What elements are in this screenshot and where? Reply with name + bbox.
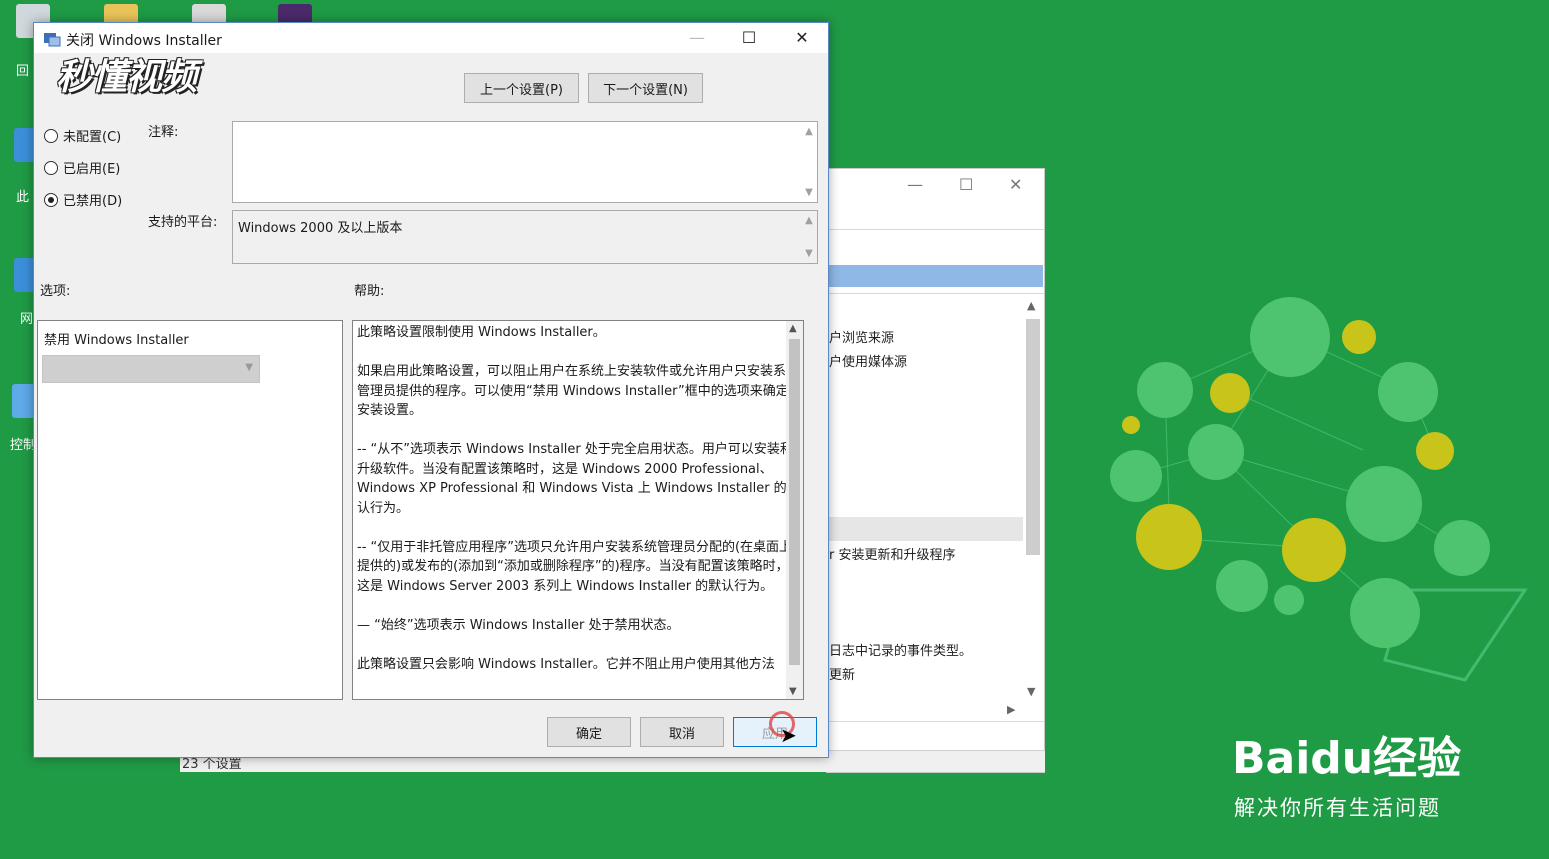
cancel-button[interactable]: 取消 — [640, 717, 724, 747]
decor-circle — [1434, 520, 1490, 576]
radio-circle[interactable] — [44, 160, 58, 175]
chevron-down-icon: ▼ — [245, 362, 253, 373]
bg-list-item[interactable]: 户使用媒体源 — [829, 351, 907, 370]
scroll-up-icon[interactable]: ▲ — [803, 215, 815, 226]
radio-not-configured[interactable]: 未配置(C) — [44, 126, 121, 145]
bg-row-stripe — [827, 517, 1023, 541]
policy-dialog: 关闭 Windows Installer — ☐ ✕ 上一个设置(P) 下一个设… — [33, 22, 829, 758]
decor-circle — [1282, 518, 1346, 582]
radio-enabled[interactable]: 已启用(E) — [44, 158, 120, 177]
maximize-icon[interactable]: ☐ — [726, 23, 772, 53]
status-text: 23 个设置 — [182, 757, 242, 772]
scroll-right-icon[interactable]: ▶ — [1007, 703, 1015, 716]
decor-circle — [1188, 424, 1244, 480]
platform-field: Windows 2000 及以上版本 ▲ ▼ — [232, 210, 818, 264]
decor-circle — [1210, 373, 1250, 413]
baidu-slogan-wrap: 解决你所有生活问题 — [1234, 792, 1441, 822]
close-icon[interactable]: ✕ — [779, 23, 825, 53]
scroll-up-icon[interactable]: ▲ — [803, 126, 815, 137]
help-paragraph: 此策略设置限制使用 Windows Installer。 — [357, 325, 606, 340]
desktop-label-pc: 此 — [16, 190, 30, 205]
minimize-icon[interactable]: — — [674, 23, 720, 53]
decor-circle — [1346, 466, 1422, 542]
scroll-down-icon[interactable]: ▼ — [789, 686, 797, 697]
radio-label: 已启用(E) — [63, 162, 121, 177]
app-icon[interactable] — [278, 4, 312, 24]
background-window: — ☐ ✕ 户浏览来源 户使用媒体源 r 安装更新和升级程序 日志中记录的事件类… — [826, 168, 1045, 773]
comment-textarea[interactable]: ▲ ▼ — [232, 121, 818, 203]
next-setting-button[interactable]: 下一个设置(N) — [588, 73, 703, 103]
scroll-down-icon[interactable]: ▼ — [803, 248, 815, 259]
decor-circle — [1378, 362, 1438, 422]
maximize-icon[interactable]: ☐ — [959, 175, 973, 194]
option-dropdown[interactable]: ▼ — [42, 355, 260, 383]
selected-row-highlight — [827, 265, 1043, 287]
folder-icon-2[interactable] — [192, 4, 226, 24]
radio-label: 已禁用(D) — [63, 194, 123, 209]
decor-circle — [1137, 362, 1193, 418]
video-watermark: 秒懂视频 — [56, 48, 197, 100]
help-paragraph: -- “仅用于非托管应用程序”选项只允许用户安装系统管理员分配的(在桌面上提供的… — [357, 539, 793, 594]
decor-circle — [1136, 504, 1202, 570]
help-scrollbar[interactable]: ▲ ▼ — [786, 321, 803, 699]
baidu-watermark: Baidu经验 — [1232, 722, 1461, 786]
bg-list-item[interactable]: 日志中记录的事件类型。 — [829, 640, 972, 659]
decor-circle — [1250, 297, 1330, 377]
baidu-slogan: 解决你所有生活问题 — [1234, 796, 1441, 820]
comment-label: 注释: — [148, 125, 179, 140]
decor-circle — [1416, 432, 1454, 470]
help-content: 此策略设置限制使用 Windows Installer。 如果启用此策略设置，可… — [357, 323, 801, 694]
decor-circle — [1350, 578, 1420, 648]
decor-circle — [1110, 450, 1162, 502]
options-label: 选项: — [40, 284, 71, 299]
help-paragraph: 此策略设置只会影响 Windows Installer。它并不阻止用户使用其他方… — [357, 656, 775, 672]
mouse-cursor-icon: ➤ — [780, 723, 797, 747]
folder-icon[interactable] — [104, 4, 138, 24]
video-logo-text: 秒懂视频 — [56, 57, 197, 98]
radio-circle[interactable] — [44, 128, 58, 143]
baidu-brand-text: Baidu经验 — [1232, 733, 1462, 784]
help-paragraph: 如果启用此策略设置，可以阻止用户在系统上安装软件或允许用户只安装系统管理员提供的… — [357, 364, 800, 418]
prev-setting-button[interactable]: 上一个设置(P) — [464, 73, 579, 103]
decor-circle — [1342, 320, 1376, 354]
option-item-label: 禁用 Windows Installer — [44, 333, 189, 348]
scroll-up-icon[interactable]: ▲ — [1027, 299, 1035, 312]
bg-list-item[interactable]: 更新 — [829, 664, 855, 683]
options-panel: 禁用 Windows Installer ▼ — [37, 320, 343, 700]
scrollbar-thumb[interactable] — [1026, 319, 1040, 555]
minimize-icon[interactable]: — — [907, 175, 923, 194]
policy-app-icon — [43, 31, 61, 47]
radio-circle-selected[interactable] — [44, 192, 58, 207]
close-icon[interactable]: ✕ — [1009, 175, 1022, 194]
scrollbar-thumb[interactable] — [789, 339, 800, 665]
help-panel: 此策略设置限制使用 Windows Installer。 如果启用此策略设置，可… — [352, 320, 804, 700]
desktop-label-recycle: 回 — [16, 64, 30, 79]
ok-button[interactable]: 确定 — [547, 717, 631, 747]
decor-circle — [1122, 416, 1140, 434]
help-paragraph: — “始终”选项表示 Windows Installer 处于禁用状态。 — [357, 617, 680, 633]
decor-circle — [1274, 585, 1304, 615]
platform-value: Windows 2000 及以上版本 — [238, 221, 403, 236]
help-label: 帮助: — [354, 284, 385, 299]
bg-list-item[interactable]: r 安装更新和升级程序 — [829, 544, 955, 563]
platform-label: 支持的平台: — [148, 215, 218, 230]
dialog-title: 关闭 Windows Installer — [66, 33, 222, 49]
scroll-down-icon[interactable]: ▼ — [803, 187, 815, 198]
desktop-label-network: 网 — [20, 312, 34, 327]
radio-disabled[interactable]: 已禁用(D) — [44, 190, 122, 209]
scroll-up-icon[interactable]: ▲ — [789, 323, 797, 334]
scroll-down-icon[interactable]: ▼ — [1027, 685, 1035, 698]
help-paragraph: -- “从不”选项表示 Windows Installer 处于完全启用状态。用… — [357, 442, 800, 516]
bg-list-item[interactable]: 户浏览来源 — [829, 327, 894, 346]
decor-circle — [1216, 560, 1268, 612]
radio-label: 未配置(C) — [63, 130, 122, 145]
